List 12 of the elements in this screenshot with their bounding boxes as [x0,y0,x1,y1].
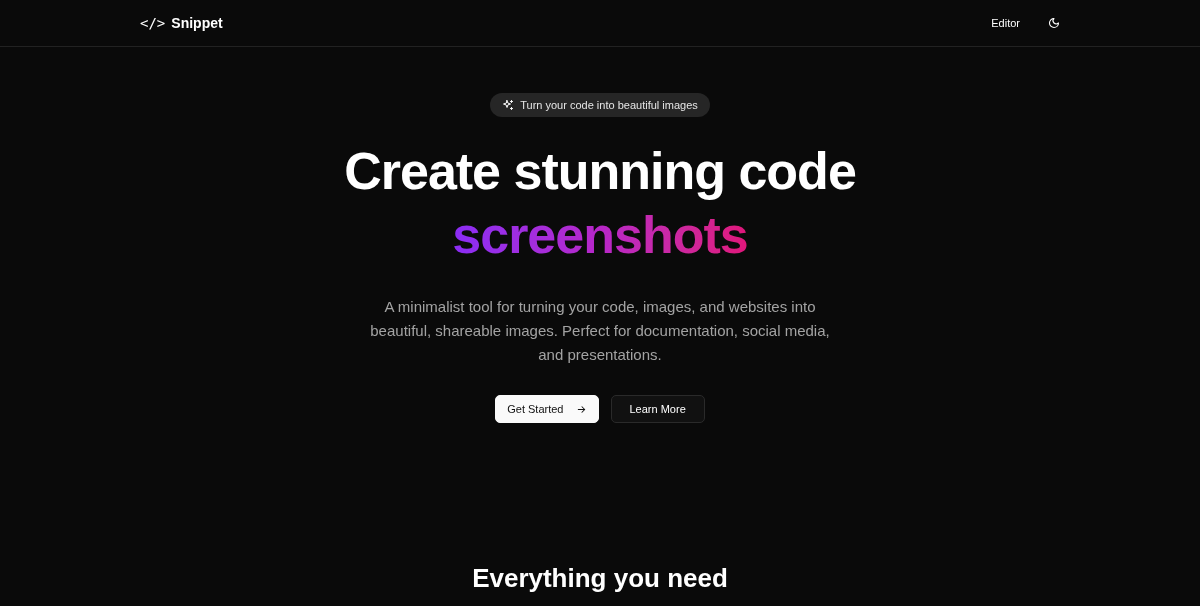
sparkles-icon [502,99,515,111]
moon-icon[interactable] [1048,17,1060,29]
tagline-badge: Turn your code into beautiful images [490,93,710,117]
learn-more-button[interactable]: Learn More [610,395,705,423]
get-started-button[interactable]: Get Started [495,395,599,423]
logo-text[interactable]: Snippet [171,12,223,34]
section-heading: Everything you need [472,563,728,593]
hero-description: A minimalist tool for turning your code, images, and websites into beautiful, shareable images. Perfect for documentation, social media, and presentations. [369,297,831,365]
nav-link[interactable]: Editor [991,14,1020,32]
logo-mark: </> [140,13,166,33]
arrow-right-icon [575,403,587,415]
hero-title: Create stunning code [344,141,856,202]
